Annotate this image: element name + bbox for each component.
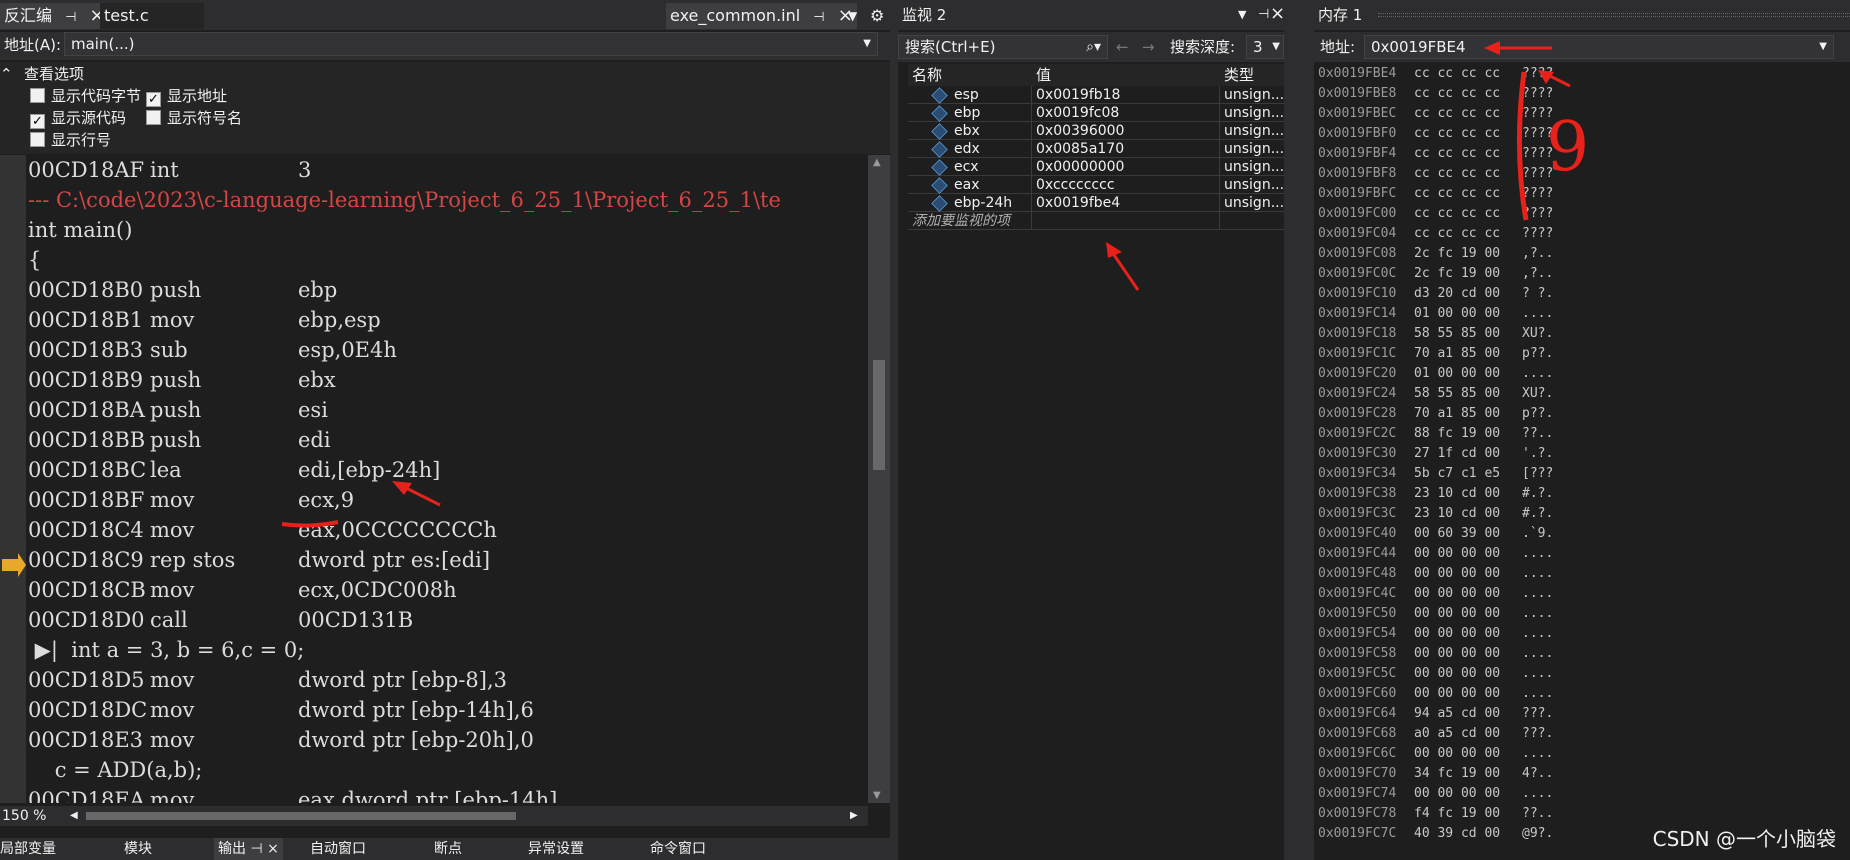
- scroll-left-icon[interactable]: ◀: [70, 806, 78, 826]
- tab-disassembly[interactable]: 反汇编 ⊣ ×: [0, 3, 109, 29]
- checkbox[interactable]: [146, 110, 161, 125]
- scroll-right-icon[interactable]: ▶: [850, 806, 858, 826]
- annotation-underline: [281, 520, 339, 528]
- option-label: 显示地址: [167, 87, 228, 105]
- option-show-source[interactable]: ✓ 显示源代码: [30, 108, 126, 129]
- scroll-down-icon[interactable]: ▼: [873, 790, 881, 801]
- tab-exe-common-label: exe_common.inl: [670, 6, 801, 25]
- option-label: 显示符号名: [167, 109, 243, 127]
- option-show-address[interactable]: ✓ 显示地址: [146, 86, 227, 107]
- bottom-tab-bar: 局部变量 模块 输出 ⊣ × 自动窗口 断点 异常设置 命令窗口: [0, 838, 890, 860]
- disassembly-panel: 反汇编 ⊣ × test.c exe_common.inl ⊣ × ▼ ⚙ 地址…: [0, 0, 890, 860]
- close-icon[interactable]: ×: [267, 841, 279, 857]
- option-show-line-numbers[interactable]: 显示行号: [30, 130, 111, 150]
- tab-command-window[interactable]: 命令窗口: [650, 838, 706, 860]
- splitter[interactable]: [890, 0, 898, 860]
- view-options-title: 查看选项: [24, 65, 85, 83]
- address-value: main(...): [71, 35, 135, 53]
- checkbox-checked[interactable]: ✓: [30, 114, 45, 129]
- horizontal-scroll-thumb[interactable]: [86, 812, 516, 820]
- vertical-scrollbar[interactable]: ▲ ▼: [868, 155, 890, 803]
- gear-icon[interactable]: ⚙: [866, 3, 888, 29]
- current-instruction-arrow-icon: [2, 553, 26, 577]
- chevron-down-icon[interactable]: ▼: [863, 33, 871, 55]
- tab-test-c-label: test.c: [104, 6, 149, 25]
- memory-annotation-layer: 9: [1484, 41, 1589, 221]
- address-row: 地址(A): main(...) ▼: [0, 32, 890, 60]
- option-label: 显示代码字节: [51, 87, 142, 105]
- annotation-arrowhead: [1484, 41, 1500, 55]
- annotation-arrow: [1110, 251, 1140, 291]
- checkbox[interactable]: [30, 132, 45, 147]
- tab-autos[interactable]: 自动窗口: [310, 838, 366, 860]
- tab-breakpoints[interactable]: 断点: [434, 838, 462, 860]
- watermark: CSDN @一个小脑袋: [1652, 827, 1836, 851]
- pin-icon[interactable]: ⊣: [250, 841, 262, 857]
- watch-annotation-layer: [1106, 242, 1140, 291]
- tab-modules[interactable]: 模块: [124, 838, 152, 860]
- view-options: ⌃ 查看选项 显示代码字节 ✓ 显示地址 ✓ 显示源代码 显示符号名 显示行号: [0, 62, 890, 154]
- tab-locals[interactable]: 局部变量: [0, 838, 56, 860]
- zoom-level[interactable]: 150 %: [2, 806, 46, 826]
- annotation-layer: [2, 481, 441, 577]
- annotation-number: 9: [1546, 108, 1589, 187]
- checkbox-checked[interactable]: ✓: [146, 92, 161, 107]
- scroll-thumb[interactable]: [873, 360, 885, 470]
- annotation-bracket: [1516, 71, 1529, 221]
- checkbox[interactable]: [30, 88, 45, 103]
- watch-panel: 监视 2 ▼ ⊣ × 搜索(Ctrl+E) ⌕▾ ← → 搜索深度: 3 ▼ 名…: [898, 0, 1285, 860]
- tab-dropdown-icon[interactable]: ▼: [844, 3, 861, 29]
- tab-test-c[interactable]: test.c: [100, 3, 204, 29]
- option-show-code-bytes[interactable]: 显示代码字节: [30, 86, 141, 106]
- option-label: 显示行号: [51, 131, 112, 149]
- option-label: 显示源代码: [51, 109, 127, 127]
- tab-output[interactable]: 输出 ⊣ ×: [214, 838, 283, 860]
- tab-exception-settings[interactable]: 异常设置: [528, 838, 584, 860]
- address-combo[interactable]: main(...) ▼: [64, 32, 878, 56]
- document-tab-bar: 反汇编 ⊣ × test.c exe_common.inl ⊣ × ▼ ⚙: [0, 0, 890, 30]
- horizontal-bar: 150 % ◀ ▶: [0, 806, 868, 826]
- tab-exe-common[interactable]: exe_common.inl ⊣ ×: [666, 3, 857, 29]
- address-label: 地址(A):: [4, 36, 62, 54]
- collapse-icon[interactable]: ⌃: [0, 64, 13, 84]
- pin-icon[interactable]: ⊣: [813, 10, 824, 25]
- pin-icon[interactable]: ⊣: [65, 10, 76, 25]
- tab-output-label: 输出: [218, 841, 246, 857]
- option-show-symbols[interactable]: 显示符号名: [146, 108, 242, 128]
- scroll-up-icon[interactable]: ▲: [873, 157, 881, 168]
- memory-panel: 内存 1 地址: 0x0019FBE4 ▼ 0x0019FBE4 cc cc cc…: [1314, 0, 1850, 860]
- tab-disassembly-label: 反汇编: [4, 6, 53, 25]
- splitter[interactable]: [1284, 0, 1314, 860]
- disassembly-code[interactable]: 00CD18AF int 3 --- C:\code\2023\c-language-…: [0, 155, 868, 803]
